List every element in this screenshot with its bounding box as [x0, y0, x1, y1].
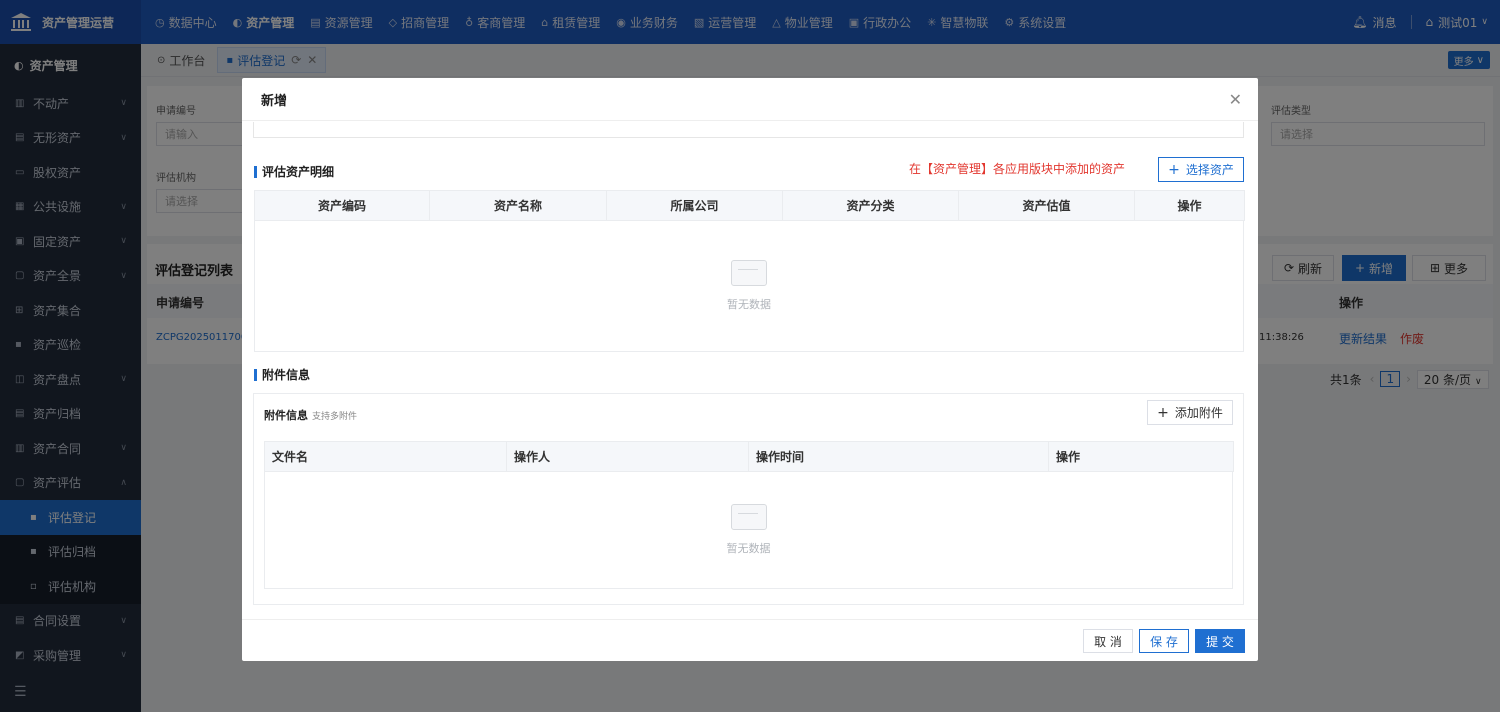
- section-bar: [254, 368, 257, 381]
- close-icon[interactable]: ✕: [1229, 90, 1242, 109]
- modal-body: 评估资产明细 在【资产管理】各应用版块中添加的资产 + 选择资产 资产编码 资产名…: [253, 122, 1245, 608]
- cancel-button[interactable]: 取 消: [1083, 629, 1133, 653]
- add-attachment-button[interactable]: + 添加附件: [1147, 400, 1233, 425]
- plus-icon: +: [1168, 161, 1180, 178]
- attach-box-subtitle: 支持多附件: [312, 412, 358, 422]
- modal-footer: 取 消 保 存 提 交: [242, 619, 1258, 661]
- section-bar: [254, 165, 257, 178]
- modal-title: 新增: [261, 93, 288, 109]
- submit-button[interactable]: 提 交: [1195, 629, 1245, 653]
- modal-header: 新增 ✕: [242, 78, 1258, 121]
- col-asset-name: 资产名称: [429, 190, 607, 221]
- attachment-table-header: 文件名 操作人 操作时间 操作: [264, 441, 1234, 472]
- asset-table: 资产编码 资产名称 所属公司 资产分类 资产估值 操作: [254, 190, 1245, 221]
- col-asset-code: 资产编码: [254, 190, 430, 221]
- attach-box-title: 附件信息 支持多附件: [264, 409, 358, 422]
- asset-hint: 在【资产管理】各应用版块中添加的资产: [909, 162, 1126, 176]
- attach-section-title: 附件信息: [254, 366, 310, 383]
- col-company: 所属公司: [606, 190, 783, 221]
- col-valuation: 资产估值: [958, 190, 1135, 221]
- form-top-strip: [253, 122, 1244, 138]
- col-operator: 操作人: [506, 441, 749, 472]
- plus-icon: +: [1157, 404, 1169, 421]
- empty-text: 暂无数据: [726, 541, 771, 555]
- col-filename: 文件名: [264, 441, 507, 472]
- save-button[interactable]: 保 存: [1139, 629, 1189, 653]
- asset-empty-state: 暂无数据: [254, 221, 1244, 352]
- empty-box-icon: [731, 260, 767, 286]
- col-attach-ops: 操作: [1048, 441, 1234, 472]
- add-modal: 新增 ✕ 评估资产明细 在【资产管理】各应用版块中添加的资产 + 选择资产 资产编…: [242, 78, 1258, 661]
- col-ops: 操作: [1134, 190, 1245, 221]
- empty-box-icon: [730, 503, 767, 530]
- attachment-table: 文件名 操作人 操作时间 操作: [264, 441, 1234, 472]
- select-asset-button[interactable]: + 选择资产: [1158, 157, 1244, 182]
- col-category: 资产分类: [782, 190, 959, 221]
- empty-text: 暂无数据: [727, 298, 771, 311]
- col-operate-time: 操作时间: [748, 441, 1049, 472]
- asset-section-title: 评估资产明细: [254, 163, 334, 180]
- asset-table-header: 资产编码 资产名称 所属公司 资产分类 资产估值 操作: [254, 190, 1245, 221]
- attachment-empty-state: 暂无数据: [264, 471, 1233, 589]
